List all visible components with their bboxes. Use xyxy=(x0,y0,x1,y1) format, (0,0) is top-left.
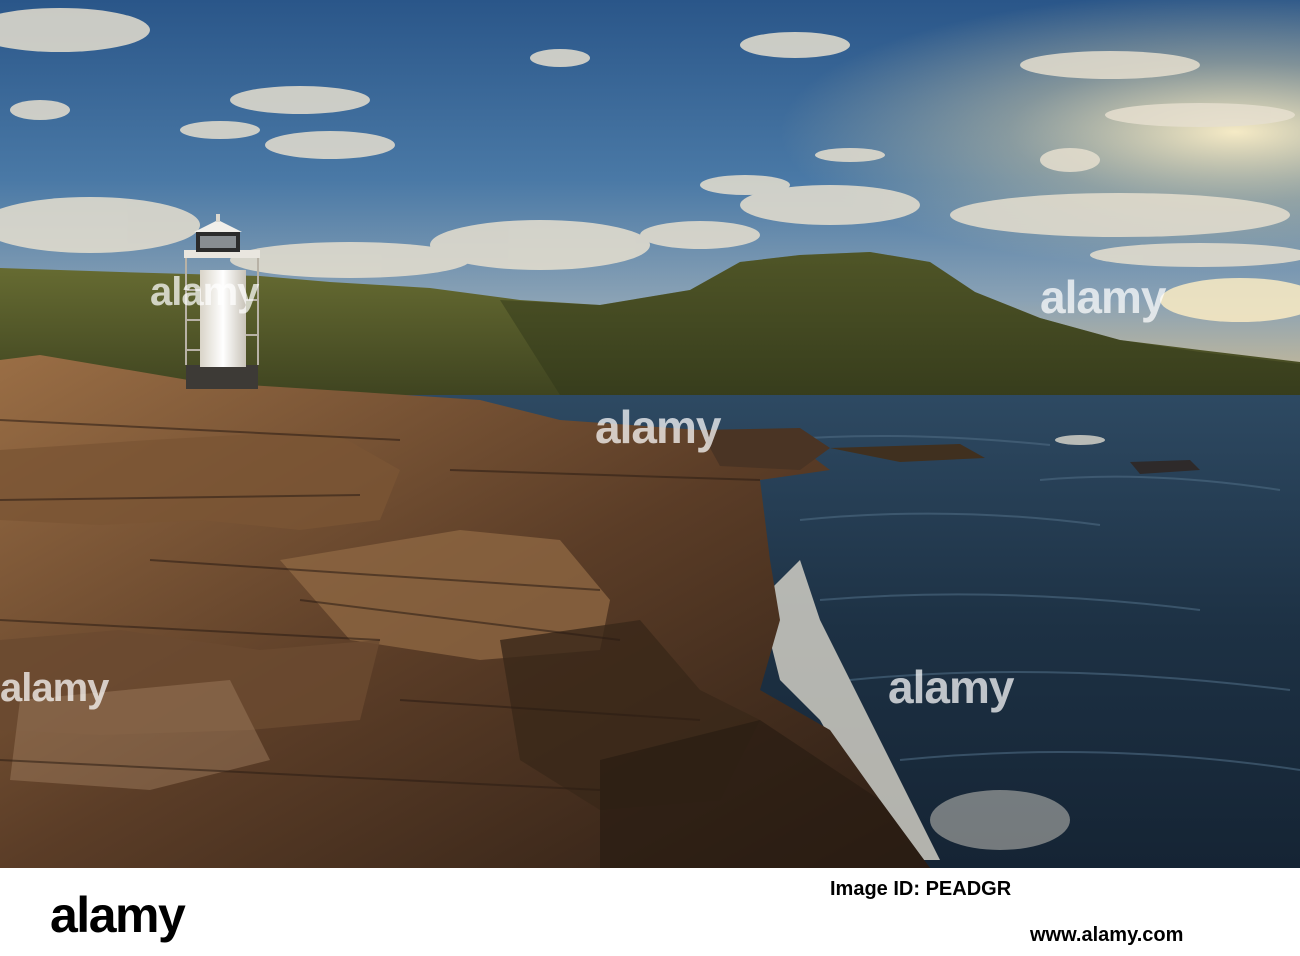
watermark: alamy xyxy=(888,661,1014,713)
watermark: alamy xyxy=(595,401,721,453)
alamy-logo[interactable]: alamy xyxy=(50,886,186,944)
watermark: alamy xyxy=(1040,271,1166,323)
site-url[interactable]: www.alamy.com xyxy=(1030,924,1183,947)
image-id: Image ID: PEADGR xyxy=(830,878,1012,900)
watermark: alamy xyxy=(150,270,259,314)
watermark: alamy xyxy=(0,666,109,710)
photo: alamy alamy alamy alamy alamy xyxy=(0,0,1300,868)
